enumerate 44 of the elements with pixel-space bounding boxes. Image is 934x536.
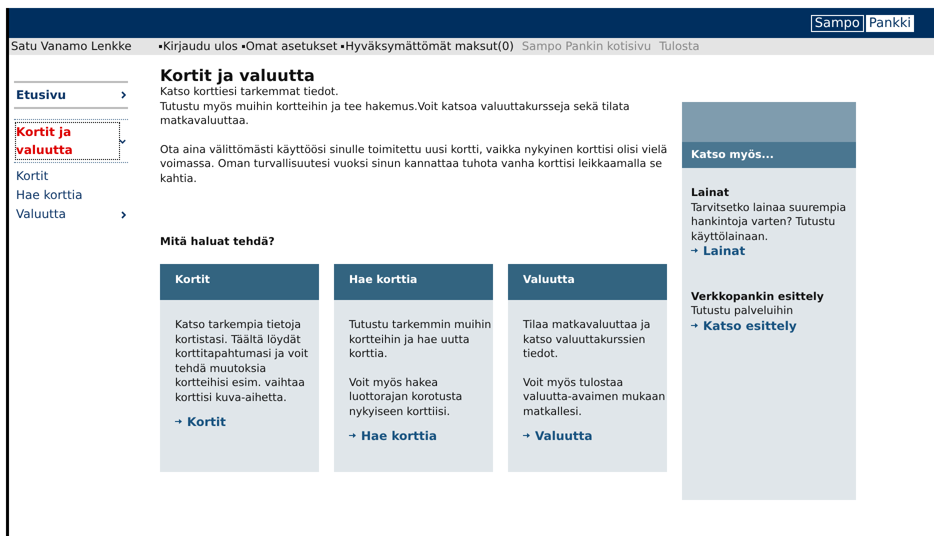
card-title: Hae korttia	[334, 264, 493, 300]
section-link[interactable]: Katso esittely	[691, 318, 797, 332]
arrow-icon	[349, 432, 356, 440]
card-link[interactable]: Kortit	[175, 413, 226, 432]
section-heading: Mitä haluat tehdä?	[160, 234, 276, 250]
nav-item[interactable]: Kortit ja valuutta	[14, 119, 128, 163]
nav-subitem[interactable]: Valuutta	[14, 205, 128, 224]
chevron-down-icon	[118, 138, 126, 144]
intro-paragraph: Ota aina välittömästi käyttöösi sinulle toimitettu uusi kortti, vaikka nykyinen korttisi olisi vielä voimassa. Oman turvallisuutesi vuoksi sinun kannattaa tuhota vanha korttisi leikkaamalla se kahtia.	[160, 142, 668, 186]
card-text: Tilaa matkavaluuttaa ja katso valuuttakurssien tiedot.	[523, 318, 652, 362]
arrow-icon	[175, 418, 182, 426]
top-link[interactable]: Omat asetukset	[246, 38, 338, 56]
intro-paragraph: Katso korttiesi tarkemmat tiedot. Tutustu myös muihin kortteihin ja tee hakemus.Voit katsoa valuuttakursseja sekä tilata matkavaluuttaa.	[160, 85, 631, 128]
card-text: Voit myös hakea luottorajan korotusta nykyiseen korttiisi.	[349, 376, 464, 420]
card-link[interactable]: Valuutta	[523, 427, 592, 446]
top-link[interactable]: Kirjaudu ulos	[163, 38, 238, 56]
section-title: Verkkopankin esittely	[691, 290, 825, 304]
nav-subitem[interactable]: Hae korttia	[14, 186, 128, 205]
section-text: Tutustu palveluihin	[691, 304, 794, 318]
logo-text: Pankki	[866, 14, 914, 32]
card-link[interactable]: Hae korttia	[349, 427, 437, 446]
panel-title: Katso myös...	[682, 142, 856, 168]
user-name: Satu Vanamo Lenkke	[11, 38, 133, 55]
nav-item[interactable]: Etusivu	[14, 81, 128, 109]
arrow-icon	[523, 432, 530, 440]
card-title: Kortit	[160, 264, 319, 300]
section-link[interactable]: Lainat	[691, 244, 746, 258]
bullet-icon	[341, 45, 344, 48]
bullet-icon	[242, 45, 245, 48]
top-link[interactable]: Hyväksymättömät maksut(0)	[345, 38, 514, 56]
logo-text: Sampo	[810, 14, 864, 32]
section-text: Tarvitsetko lainaa suurempia hankintoja varten? Tutustu käyttölainaan.	[691, 200, 847, 244]
arrow-icon	[691, 322, 698, 328]
arrow-icon	[691, 247, 698, 254]
card-title: Valuutta	[508, 264, 667, 300]
chevron-right-icon	[121, 91, 126, 99]
chevron-right-icon	[121, 210, 126, 218]
bullet-icon	[159, 45, 162, 48]
page-title: Kortit ja valuutta	[160, 67, 316, 85]
card-text: Voit myös tulostaa valuutta-avaimen mukaan matkallesi.	[523, 376, 666, 420]
section-title: Lainat	[691, 186, 730, 200]
nav-subitem[interactable]: Kortit	[14, 167, 128, 186]
card-text: Tutustu tarkemmin muihin kortteihin ja hae uutta korttia.	[349, 318, 492, 362]
card-text: Katso tarkempia tietoja kortistasi. Täältä löydät korttitapahtumasi ja voit tehdä muutoksia kortteihisi esim. vaihtaa korttisi kuva-aihetta.	[175, 318, 310, 406]
